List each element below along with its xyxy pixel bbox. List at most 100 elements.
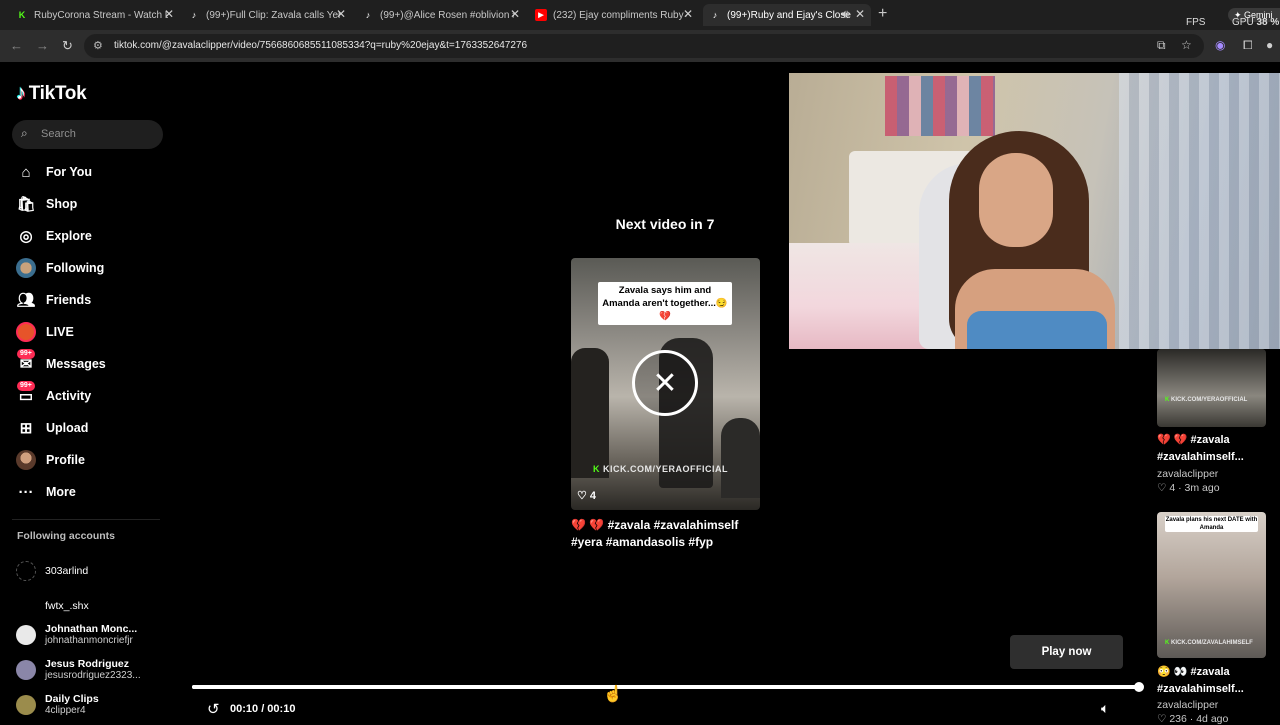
divider <box>12 519 160 520</box>
sidebar-item-messages[interactable]: ✉ 99+ Messages <box>16 349 106 376</box>
profile-avatar-icon <box>16 450 36 470</box>
live-icon <box>16 322 36 342</box>
mouse-cursor-icon: ☝ <box>603 686 623 703</box>
forward-icon[interactable]: → <box>36 38 49 53</box>
progress-knob[interactable] <box>1134 682 1144 692</box>
related-video-thumbnail[interactable]: K KICK.COM/YERAOFFICIAL <box>1157 349 1266 427</box>
thumbnail-watermark: K KICK.COM/YERAOFFICIAL <box>1165 397 1248 403</box>
play-now-button[interactable]: Play now <box>1010 635 1123 669</box>
avatar <box>16 695 36 715</box>
speaker-icon[interactable]: 🔊︎ <box>841 7 849 22</box>
activity-badge: 99+ <box>17 381 35 391</box>
tiktok-favicon-icon: ♪ <box>191 10 197 20</box>
cancel-autoplay-button[interactable]: ✕ <box>632 350 698 416</box>
browser-tab[interactable]: K RubyCorona Stream - Watch Li ✕ <box>16 4 174 26</box>
messages-badge: 99+ <box>17 349 35 359</box>
sidebar-item-explore[interactable]: ◎ Explore <box>16 224 91 248</box>
sidebar-item-shop[interactable]: 🛍︎ Shop <box>16 192 77 216</box>
thumbnail-caption: Zavala plans his next DATE with Amanda <box>1165 516 1258 532</box>
avatar <box>16 596 36 616</box>
related-video-description[interactable]: 😳 👀 #zavala #zavalahimself... <box>1157 664 1280 698</box>
browser-tab[interactable]: ▶ (232) Ejay compliments Ruby a ✕ <box>535 4 693 26</box>
back-icon[interactable]: ← <box>10 38 23 53</box>
close-tab-icon[interactable]: ✕ <box>855 7 865 21</box>
home-icon: ⌂ <box>21 163 31 181</box>
related-video-thumbnail[interactable]: Zavala plans his next DATE with Amanda K… <box>1157 512 1266 658</box>
close-tab-icon[interactable]: ✕ <box>510 7 520 21</box>
thumbnail-watermark: K KICK.COM/YERAOFFICIAL <box>593 464 729 474</box>
sidebar-item-profile[interactable]: Profile <box>16 448 85 472</box>
extension-icon[interactable]: ◉ <box>1215 38 1225 52</box>
related-video-description[interactable]: 💔 💔 #zavala #zavalahimself... <box>1157 432 1280 466</box>
following-account[interactable]: Johnathan Monc... johnathanmoncriefjr <box>16 623 137 647</box>
tiktok-favicon-icon: ♪ <box>712 10 718 20</box>
bookmark-star-icon[interactable]: ☆ <box>1181 38 1192 52</box>
sidebar-item-following[interactable]: Following <box>16 256 104 280</box>
browser-tab[interactable]: ♪ (99+)Full Clip: Zavala calls Yera ✕ <box>188 4 346 26</box>
related-video-author[interactable]: zavalaclipper <box>1157 468 1218 480</box>
related-video-meta: ♡ 236 · 4d ago <box>1157 713 1229 725</box>
sidebar-item-friends[interactable]: 👥︎ Friends <box>16 288 91 312</box>
reload-icon[interactable]: ↻ <box>62 38 73 54</box>
fps-label: FPS <box>1186 17 1206 28</box>
streamer-face <box>979 153 1053 247</box>
close-tab-icon[interactable]: ✕ <box>336 7 346 21</box>
next-video-description[interactable]: 💔 💔 #zavala #zavalahimself #yera #amanda… <box>571 517 761 551</box>
following-account[interactable]: Daily Clips 4clipper4 <box>16 693 99 717</box>
profile-icon[interactable]: ● <box>1266 38 1273 52</box>
gpu-readout: GPU 38 % <box>1232 17 1280 28</box>
search-box[interactable]: ⌕ Search <box>12 120 163 149</box>
address-bar-row: ← → ↻ ⚙ tiktok.com/@zavalaclipper/video/… <box>0 30 1280 62</box>
replay-icon[interactable]: ↺ <box>207 700 220 718</box>
volume-icon[interactable]: 🔈︎ <box>1101 700 1109 717</box>
avatar <box>16 625 36 645</box>
browser-tab[interactable]: ♪ (99+)@Alice Rosen #oblivion # ✕ <box>362 4 520 26</box>
next-video-countdown: Next video in 7 <box>615 216 715 232</box>
compass-icon: ◎ <box>19 228 33 245</box>
youtube-favicon-icon: ▶ <box>535 9 547 21</box>
related-video-author[interactable]: zavalaclipper <box>1157 699 1218 711</box>
following-account[interactable]: fwtx_.shx <box>16 596 89 616</box>
extensions-puzzle-icon[interactable]: ⧠ <box>1243 38 1253 53</box>
messages-icon: ✉ 99+ <box>16 349 36 374</box>
sidebar-item-more[interactable]: ··· More <box>16 480 76 504</box>
close-tab-icon[interactable]: ✕ <box>164 7 174 21</box>
progress-bar[interactable] <box>192 685 1140 689</box>
tiktok-favicon-icon: ♪ <box>365 10 371 20</box>
thumbnail-caption: Zavala says him and Amanda aren't togeth… <box>598 282 732 325</box>
search-input[interactable]: Search <box>41 128 76 140</box>
shop-icon: 🛍︎ <box>16 196 36 213</box>
following-account[interactable]: Jesus Rodriguez jesusrodriguez2323... <box>16 658 141 682</box>
browser-tab-active[interactable]: ♪ (99+)Ruby and Ejay's Close 🔊︎ ✕ <box>703 4 871 26</box>
install-app-icon[interactable]: ⧉ <box>1157 38 1166 53</box>
friends-icon: 👥︎ <box>16 292 36 309</box>
following-account[interactable]: 303arlind <box>16 561 88 581</box>
tiktok-note-icon: ♪ <box>16 82 26 104</box>
avatar <box>16 561 36 581</box>
new-tab-button[interactable]: + <box>878 5 887 23</box>
playback-time: 00:10 / 00:10 <box>230 703 296 715</box>
thumbnail-figure <box>571 348 609 478</box>
wall-photos <box>885 76 995 136</box>
sidebar-item-activity[interactable]: ▭ 99+ Activity <box>16 381 91 408</box>
thumbnail-figure <box>721 418 760 498</box>
close-tab-icon[interactable]: ✕ <box>683 7 693 21</box>
kick-favicon-icon: K <box>18 10 26 20</box>
related-video-meta: ♡ 4 · 3m ago <box>1157 482 1220 494</box>
tiktok-logo[interactable]: ♪ TikTok <box>16 82 87 105</box>
url-text[interactable]: tiktok.com/@zavalaclipper/video/75668606… <box>114 40 527 51</box>
more-icon: ··· <box>18 483 34 501</box>
site-settings-icon[interactable]: ⚙ <box>93 39 103 52</box>
upload-icon: ⊞ <box>19 420 33 437</box>
search-icon: ⌕ <box>21 126 28 140</box>
browser-tab-bar: K RubyCorona Stream - Watch Li ✕ ♪ (99+)… <box>0 0 1280 30</box>
following-avatar-icon <box>16 258 36 278</box>
avatar <box>16 660 36 680</box>
streamer-top <box>967 311 1107 349</box>
sidebar-item-for-you[interactable]: ⌂ For You <box>16 160 92 184</box>
thumbnail-likes: ♡ 4 <box>577 490 597 502</box>
curtain <box>1119 73 1280 349</box>
close-icon: ✕ <box>652 366 678 400</box>
sidebar-item-live[interactable]: LIVE <box>16 320 74 344</box>
sidebar-item-upload[interactable]: ⊞ Upload <box>16 416 89 440</box>
